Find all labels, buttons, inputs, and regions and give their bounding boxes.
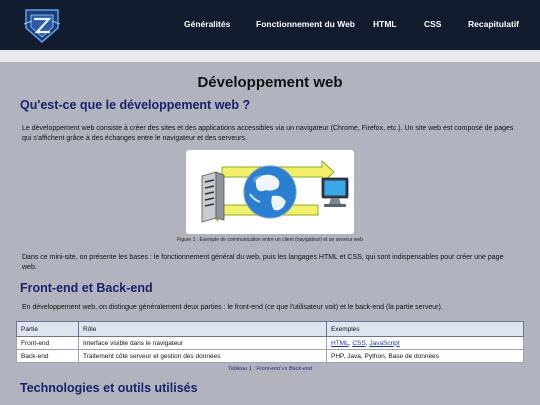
- link-javascript[interactable]: JavaScript: [369, 340, 399, 347]
- mini-site-paragraph: Dans ce mini-site, on présente les bases…: [22, 254, 504, 271]
- table-header-role: Rôle: [78, 321, 327, 337]
- section-heading-front-back: Front-end et Back-end: [20, 281, 153, 295]
- top-navbar: Généralités Fonctionnement du Web HTML C…: [0, 0, 540, 50]
- table-caption: Tableau 1 : Front-end vs Back-end: [227, 366, 313, 372]
- link-css[interactable]: CSS: [352, 340, 365, 347]
- front-back-paragraph: En développement web, on distingue génér…: [22, 304, 443, 311]
- globe-icon: [243, 165, 297, 219]
- table-cell-examples: HTML, CSS, JavaScript: [326, 336, 524, 350]
- header-divider: [0, 50, 540, 62]
- nav-generalites[interactable]: Généralités: [184, 19, 230, 29]
- section-heading-technologies: Technologies et outils utilisés: [20, 381, 198, 395]
- nav-fonctionnement-web[interactable]: Fonctionnement du Web: [256, 19, 355, 29]
- front-back-table: Partie Rôle Exemples Front-end Interface…: [16, 321, 524, 363]
- table-cell-examples: PHP, Java, Python, Base de données: [326, 349, 524, 363]
- table-row: Front-end Interface visible dans le navi…: [16, 336, 524, 350]
- table-cell-part: Front-end: [16, 336, 79, 350]
- monitor-icon: [321, 177, 349, 207]
- table-row: Back-end Traitement côté serveur et gest…: [16, 349, 524, 363]
- table-header-row: Partie Rôle Exemples: [16, 321, 524, 337]
- figure-caption: Figure 1 : Exemple de communication entr…: [177, 237, 363, 243]
- table-cell-role: Traitement côté serveur et gestion des d…: [78, 349, 327, 363]
- section-heading-dev-web: Qu'est-ce que le développement web ?: [20, 98, 251, 112]
- nav-css[interactable]: CSS: [424, 19, 441, 29]
- logo-shield-icon[interactable]: [22, 6, 62, 44]
- nav-recapitulatif[interactable]: Recapitulatif: [468, 19, 519, 29]
- table-header-partie: Partie: [16, 321, 79, 337]
- client-server-diagram: [201, 159, 349, 223]
- table-header-exemples: Exemples: [326, 321, 524, 337]
- table-cell-role: Interface visible dans le navigateur: [78, 336, 327, 350]
- link-html[interactable]: HTML: [331, 340, 349, 347]
- table-cell-part: Back-end: [16, 349, 79, 363]
- nav-html[interactable]: HTML: [373, 19, 397, 29]
- client-server-figure: [186, 150, 354, 234]
- page-title: Développement web: [197, 74, 343, 91]
- server-icon: [201, 171, 225, 223]
- intro-paragraph: Le développement web consiste à créer de…: [22, 125, 514, 142]
